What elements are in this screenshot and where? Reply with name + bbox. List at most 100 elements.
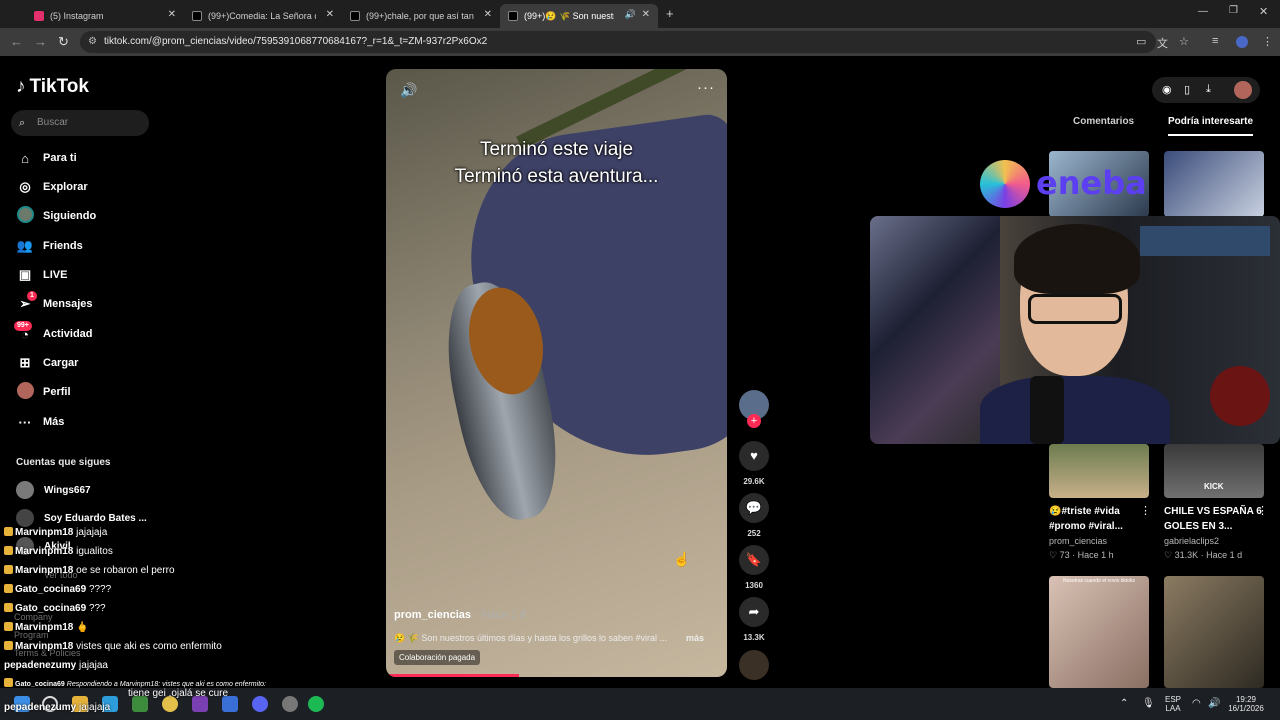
nav-friends[interactable]: 👥 Friends bbox=[16, 237, 83, 255]
hand-cursor-icon: ☝ bbox=[673, 551, 691, 567]
instagram-icon bbox=[34, 11, 44, 21]
like-button[interactable]: ♥ 29.6K bbox=[739, 441, 769, 486]
nav-siguiendo[interactable]: Siguiendo bbox=[16, 206, 96, 225]
card-options-icon[interactable]: ⋮ bbox=[1257, 504, 1268, 517]
followed-account[interactable]: Soy Eduardo Bates ... bbox=[16, 509, 147, 527]
volume-icon[interactable]: 🔊 bbox=[1208, 698, 1220, 709]
nav-perfil[interactable]: Perfil bbox=[16, 382, 71, 401]
recommended-thumbnail[interactable] bbox=[1164, 151, 1264, 217]
search-input[interactable]: ⌕ Buscar bbox=[11, 110, 149, 136]
share-arrow-icon: ➦ bbox=[739, 597, 769, 627]
video-overlay-text-1: Terminó este viaje bbox=[479, 139, 634, 160]
tab-podria-interesarte[interactable]: Podría interesarte bbox=[1168, 116, 1254, 136]
minimize-icon[interactable]: — bbox=[1198, 6, 1208, 17]
video-progress-bar[interactable] bbox=[386, 674, 519, 677]
chat-badge-icon bbox=[4, 678, 13, 687]
tiktok-logo[interactable]: ♪ TikTok bbox=[16, 76, 89, 98]
card-options-icon[interactable]: ⋮ bbox=[1140, 504, 1151, 517]
chat-badge-icon bbox=[4, 622, 13, 631]
recommended-author[interactable]: prom_ciencias bbox=[1049, 536, 1107, 546]
nav-live[interactable]: ▣ LIVE bbox=[16, 266, 68, 284]
close-tab-icon[interactable]: ✕ bbox=[642, 9, 650, 20]
language-indicator[interactable]: ESP LAA bbox=[1162, 695, 1184, 713]
tab-chale[interactable]: (99+)chale, por que así tan agr ✕ bbox=[342, 4, 500, 28]
download-icon[interactable]: ⤓ bbox=[1206, 83, 1211, 96]
recommended-title[interactable]: 😢#triste #vida #promo #viral... bbox=[1049, 504, 1149, 534]
profile-avatar-icon[interactable] bbox=[1236, 36, 1248, 48]
restore-icon[interactable]: ❐ bbox=[1229, 5, 1238, 16]
obs-icon[interactable] bbox=[282, 696, 298, 712]
webcam-background-chair bbox=[1210, 366, 1270, 426]
nav-para-ti[interactable]: ⌂ Para ti bbox=[16, 149, 77, 167]
reload-icon[interactable]: ↻ bbox=[58, 34, 69, 50]
compass-icon[interactable]: ◉ bbox=[1162, 83, 1172, 96]
tiktok-icon bbox=[508, 11, 518, 21]
recommended-thumbnail[interactable]: Nosotras cuando el novio tiktoks bbox=[1049, 576, 1149, 688]
save-button[interactable]: 🔖 1360 bbox=[739, 545, 769, 590]
site-info-icon[interactable]: ⚙ bbox=[88, 31, 97, 53]
video-player[interactable]: Terminó este viaje Terminó esta aventura… bbox=[386, 69, 727, 677]
video-author[interactable]: prom_ciencias · Hace 1 d bbox=[394, 609, 526, 621]
cast-icon[interactable]: ▭ bbox=[1136, 35, 1146, 48]
nav-mas[interactable]: ··· Más bbox=[16, 413, 65, 431]
chat-reply: Gato_cocina69 Respondiendo a Marvinpm18:… bbox=[4, 678, 266, 688]
back-icon[interactable]: ← bbox=[10, 34, 23, 49]
tray-chevron-icon[interactable]: ⌃ bbox=[1120, 698, 1128, 709]
bookmark-star-icon[interactable]: ☆ bbox=[1179, 35, 1189, 48]
media-control-icon[interactable]: ≡ bbox=[1212, 35, 1218, 47]
chat-message: Marvinpm18 vistes que aki es como enferm… bbox=[4, 641, 222, 652]
recommended-author[interactable]: gabrielaclips2 bbox=[1164, 536, 1219, 546]
nav-mensajes[interactable]: ➢ 1 Mensajes bbox=[16, 291, 93, 313]
close-tab-icon[interactable]: ✕ bbox=[484, 9, 492, 20]
volume-icon[interactable]: 🔊 bbox=[400, 82, 417, 99]
right-toolbar: ◉ ▯ ⤓ bbox=[1152, 77, 1260, 103]
profile-avatar-icon[interactable] bbox=[1234, 81, 1252, 99]
tab-comedia[interactable]: (99+)Comedia: La Señora de la ✕ bbox=[184, 4, 342, 28]
close-tab-icon[interactable]: ✕ bbox=[168, 9, 176, 20]
heart-outline-icon: ♡ bbox=[1049, 550, 1058, 560]
webcam-microphone bbox=[1030, 376, 1064, 444]
share-button[interactable]: ➦ 13.3K bbox=[739, 597, 769, 642]
translate-icon[interactable]: 文 bbox=[1157, 35, 1168, 51]
new-tab-icon[interactable]: + bbox=[666, 6, 674, 21]
nav-explorar[interactable]: ◎ Explorar bbox=[16, 178, 87, 196]
close-window-icon[interactable]: ✕ bbox=[1259, 5, 1268, 18]
forward-icon[interactable]: → bbox=[34, 34, 47, 49]
compass-icon: ◎ bbox=[19, 179, 31, 194]
search-icon: ⌕ bbox=[19, 117, 26, 129]
chat-message: Gato_cocina69 ???? bbox=[4, 584, 111, 595]
avatar bbox=[16, 509, 34, 527]
comment-button[interactable]: 💬 252 bbox=[739, 493, 769, 538]
recommended-thumbnail[interactable] bbox=[1049, 444, 1149, 498]
nav-cargar[interactable]: ⊞ Cargar bbox=[16, 354, 79, 372]
close-tab-icon[interactable]: ✕ bbox=[326, 9, 334, 20]
menu-kebab-icon[interactable]: ⋮ bbox=[1262, 35, 1273, 48]
recommended-thumbnail[interactable]: KICK bbox=[1164, 444, 1264, 498]
recommended-thumbnail[interactable] bbox=[1164, 576, 1264, 688]
chat-message: tiene gei ,ojalá se cure bbox=[128, 688, 229, 699]
avatar bbox=[16, 481, 34, 499]
device-icon[interactable]: ▯ bbox=[1184, 83, 1190, 96]
chat-message: pepadenezumy jajajaa bbox=[4, 660, 108, 671]
sound-disc-button[interactable] bbox=[739, 650, 769, 680]
discord-icon[interactable] bbox=[252, 696, 268, 712]
chat-message: pepadenezumy jajajaja bbox=[4, 702, 111, 713]
recommended-meta: ♡ 73 · Hace 1 h bbox=[1049, 550, 1114, 560]
wifi-icon[interactable]: ◠ bbox=[1192, 698, 1201, 709]
creator-avatar-button[interactable]: + bbox=[739, 390, 769, 428]
more-description-link[interactable]: más bbox=[686, 633, 704, 643]
spotify-icon[interactable] bbox=[308, 696, 324, 712]
tab-comentarios[interactable]: Comentarios bbox=[1073, 116, 1134, 127]
speaker-icon[interactable]: 🔊 bbox=[625, 9, 636, 20]
recommended-title[interactable]: CHILE VS ESPAÑA 6 GOLES EN 3... bbox=[1164, 504, 1264, 534]
microphone-icon[interactable]: 🎙 bbox=[1142, 698, 1155, 709]
bookmark-icon: 🔖 bbox=[739, 545, 769, 575]
follow-plus-icon[interactable]: + bbox=[747, 414, 761, 428]
clock[interactable]: 19:29 16/1/2026 bbox=[1222, 695, 1270, 713]
tab-instagram[interactable]: (5) Instagram ✕ bbox=[26, 4, 184, 28]
url-field[interactable]: ⚙ tiktok.com/@prom_ciencias/video/759539… bbox=[80, 31, 1156, 53]
video-options-icon[interactable]: ··· bbox=[697, 79, 715, 96]
nav-actividad[interactable]: ◔ 99+ Actividad bbox=[14, 320, 93, 343]
followed-account[interactable]: Wings667 bbox=[16, 481, 91, 499]
tab-active-video[interactable]: (99+)😢 🌾 Son nuestros úl 🔊 ✕ bbox=[500, 4, 658, 28]
